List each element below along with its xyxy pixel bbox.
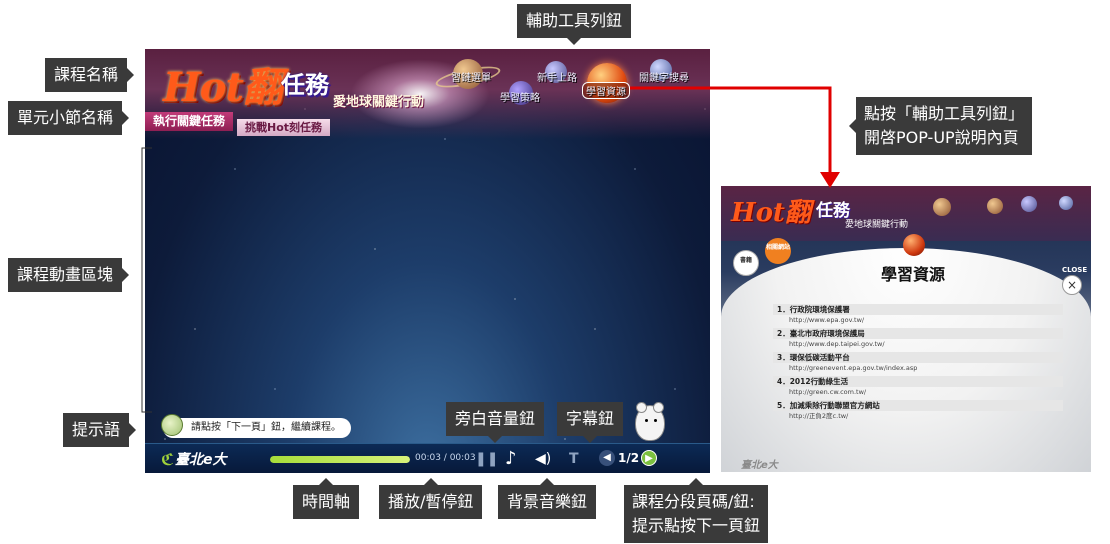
mascot-eye xyxy=(645,419,648,422)
resource-title: 3．環保低碳活動平台 xyxy=(773,352,1063,363)
label-toolbar: 輔助工具列鈕 xyxy=(517,4,632,45)
popup-brand: Hot翻 xyxy=(731,198,811,228)
label-subtitle-button: 字幕鈕 xyxy=(557,402,624,443)
bgm-note-icon[interactable]: ♪ xyxy=(505,450,517,468)
next-page-icon[interactable]: ▶ xyxy=(641,450,657,466)
popup-screenshot: Hot翻 任務 愛地球關鍵行動 書籍 相關網站 學習資源 CLOSE × 1．行… xyxy=(721,186,1091,472)
label-animation-area: 課程動畫區塊 xyxy=(8,258,130,292)
resource-link[interactable]: http://www.dep.taipei.gov.tw/ xyxy=(773,339,1063,350)
subtitle-toggle-icon[interactable]: T xyxy=(569,450,579,468)
tab-execute-mission[interactable]: 執行關鍵任務 xyxy=(145,112,234,131)
toolbar-label-beginner[interactable]: 新手上路 xyxy=(537,69,577,84)
popup-title: 學習資源 xyxy=(881,265,946,284)
mascot-eye xyxy=(654,419,657,422)
toolbar-label-search[interactable]: 關鍵字搜尋 xyxy=(639,69,689,84)
label-popup: 點按「輔助工具列鈕」 開啓POP-UP說明內頁 xyxy=(848,97,1033,155)
label-segment: 課程分段頁碼/鈕: 提示點按下一頁鈕 xyxy=(624,478,769,543)
narration-volume-icon[interactable]: ◀) xyxy=(535,450,551,468)
course-subtitle: 愛地球關鍵行動 xyxy=(333,95,425,110)
toolbar-label-menu[interactable]: 習鏈選單 xyxy=(451,69,491,84)
label-play-pause: 播放/暫停鈕 xyxy=(379,478,483,519)
popup-planet-icon xyxy=(987,198,1003,214)
popup-logo: 臺北e大 xyxy=(741,460,778,471)
player-control-bar: ℭ 臺北e大 00:03 / 00:03 ❚❚ ♪ ◀) T ◀ 1/2 ▶ xyxy=(145,443,710,473)
timeline-track[interactable] xyxy=(270,456,410,463)
popup-subtitle: 愛地球關鍵行動 xyxy=(845,220,909,230)
popup-planet-icon xyxy=(1059,196,1073,210)
toolbar-label-strategy[interactable]: 學習策略 xyxy=(500,89,540,104)
label-narration-volume: 旁白音量鈕 xyxy=(446,402,545,443)
timeline-fill xyxy=(270,456,410,463)
popup-planet-icon xyxy=(933,198,951,216)
course-mission-title: 任務 xyxy=(281,71,329,99)
toolbar-label-resources[interactable]: 學習資源 xyxy=(582,82,630,99)
taipei-e-logo-icon: ℭ xyxy=(161,450,175,469)
hint-text: 請點按「下一頁」鈕，繼續課程。 xyxy=(163,418,351,438)
close-icon[interactable]: × xyxy=(1062,275,1082,295)
resource-list: 1．行政院環境保護署 http://www.epa.gov.tw/ 2．臺北市政… xyxy=(773,302,1063,422)
player-logo: 臺北e大 xyxy=(175,452,227,468)
label-popup-line1: 點按「輔助工具列鈕」 xyxy=(864,104,1025,123)
resource-title: 1．行政院環境保護署 xyxy=(773,304,1063,315)
label-segment-line1: 課程分段頁碼/鈕: xyxy=(632,492,755,511)
play-pause-icon[interactable]: ❚❚ xyxy=(475,450,498,468)
label-segment-line2: 提示點按下一頁鈕 xyxy=(632,516,761,535)
resource-link[interactable]: http://green.cw.com.tw/ xyxy=(773,387,1063,398)
prev-page-icon[interactable]: ◀ xyxy=(599,450,615,466)
resource-title: 4．2012行動綠生活 xyxy=(773,376,1063,387)
polar-bear-mascot-icon xyxy=(635,402,665,441)
page-indicator: 1/2 xyxy=(618,451,640,465)
tab-challenge-mission[interactable]: 挑戰Hot刻任務 xyxy=(237,119,331,136)
time-readout: 00:03 / 00:03 xyxy=(415,453,476,463)
popup-planet-icon xyxy=(1021,196,1037,212)
resource-link[interactable]: http://greenevent.epa.gov.tw/index.asp xyxy=(773,363,1063,374)
resource-link[interactable]: http://www.epa.gov.tw/ xyxy=(773,315,1063,326)
resource-title: 5．加減乘除行動聯盟官方網站 xyxy=(773,400,1063,411)
label-timeline: 時間軸 xyxy=(293,478,360,519)
popup-links-bubble[interactable]: 相關網站 xyxy=(765,238,791,264)
popup-close-label: CLOSE xyxy=(1062,266,1088,274)
course-player-screenshot: Hot翻 任務 愛地球關鍵行動 執行關鍵任務 挑戰Hot刻任務 習鏈選單 學習策… xyxy=(145,49,710,473)
resource-link[interactable]: http://正負2度c.tw/ xyxy=(773,411,1063,422)
popup-books-bubble[interactable]: 書籍 xyxy=(733,250,759,276)
label-course-name: 課程名稱 xyxy=(45,58,135,92)
label-unit-name: 單元小節名稱 xyxy=(8,101,130,135)
course-brand: Hot翻 xyxy=(163,64,283,111)
popup-resources-planet-icon xyxy=(903,234,925,256)
resource-title: 2．臺北市政府環境保護局 xyxy=(773,328,1063,339)
label-bgm: 背景音樂鈕 xyxy=(498,478,597,519)
label-hint: 提示語 xyxy=(63,413,137,447)
hint-cloud-icon xyxy=(161,414,183,436)
label-popup-line2: 開啓POP-UP說明內頁 xyxy=(864,128,1019,147)
